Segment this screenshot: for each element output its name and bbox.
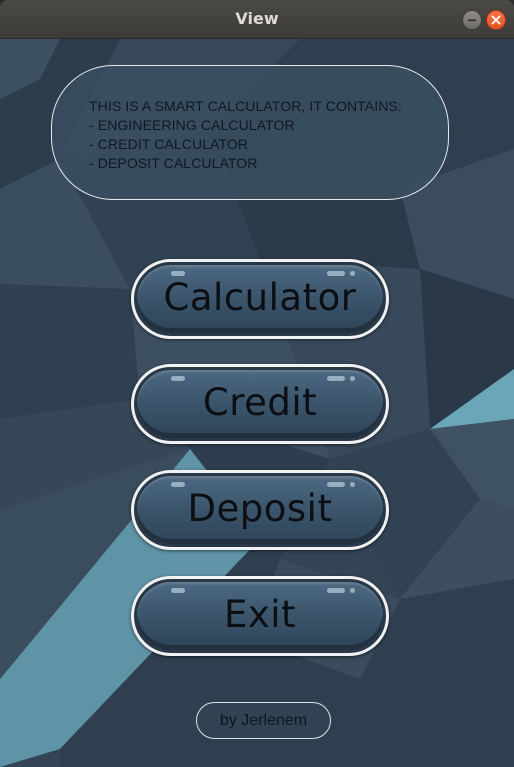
button-face: Credit	[137, 370, 383, 438]
info-box: THIS IS A SMART CALCULATOR, IT CONTAINS:…	[51, 65, 449, 200]
credit-button[interactable]: Credit	[131, 364, 389, 444]
close-button[interactable]	[486, 10, 506, 30]
info-heading: THIS IS A SMART CALCULATOR, IT CONTAINS:	[89, 98, 402, 114]
close-icon	[491, 15, 501, 25]
minimize-button[interactable]	[462, 10, 482, 30]
main-content: THIS IS A SMART CALCULATOR, IT CONTAINS:…	[0, 39, 514, 767]
info-item-deposit: - DEPOSIT CALCULATOR	[89, 155, 258, 171]
button-face: Exit	[137, 582, 383, 650]
button-face: Deposit	[137, 476, 383, 544]
minimize-icon	[468, 19, 476, 22]
window-title: View	[235, 9, 279, 28]
calculator-button-label: Calculator	[163, 275, 357, 319]
app-window: View THIS IS A SMART CALCULATOR, IT CONT…	[0, 0, 514, 767]
exit-button-label: Exit	[223, 592, 297, 636]
deposit-button-label: Deposit	[187, 486, 333, 530]
author-credit: by Jerlenem	[196, 702, 331, 739]
exit-button[interactable]: Exit	[131, 576, 389, 656]
credit-button-label: Credit	[202, 380, 318, 424]
calculator-button[interactable]: Calculator	[131, 259, 389, 339]
info-item-credit: - CREDIT CALCULATOR	[89, 136, 249, 152]
title-bar[interactable]: View	[0, 0, 514, 39]
info-item-engineering: - ENGINEERING CALCULATOR	[89, 117, 295, 133]
button-face: Calculator	[137, 265, 383, 333]
deposit-button[interactable]: Deposit	[131, 470, 389, 550]
